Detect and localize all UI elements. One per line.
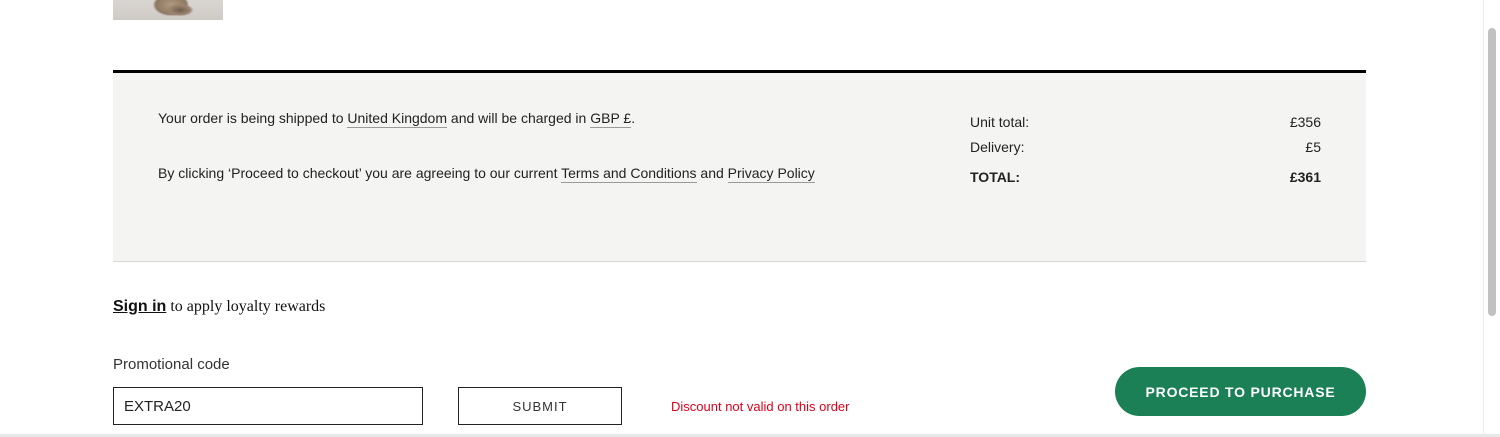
scrollbar-thumb[interactable] [1488,28,1496,316]
promo-code-label: Promotional code [113,356,230,373]
loyalty-notice: Sign in to apply loyalty rewards [113,298,325,316]
shipping-country-link[interactable]: United Kingdom [347,110,448,128]
terms-and-conditions-link[interactable]: Terms and Conditions [561,165,697,183]
shoe-shadow-image [167,4,193,16]
grand-total-value: £361 [1289,169,1321,185]
shipping-middle: and will be charged in [447,110,591,126]
loyalty-text: to apply loyalty rewards [166,298,326,315]
shipping-prefix: Your order is being shipped to [158,110,348,126]
product-thumbnail[interactable] [113,0,223,20]
order-totals: Unit total: £356 Delivery: £5 TOTAL: £36… [970,114,1321,199]
shipping-suffix: . [631,110,636,126]
currency-link[interactable]: GBP £ [590,110,632,128]
proceed-to-purchase-button[interactable]: PROCEED TO PURCHASE [1115,367,1366,416]
delivery-row: Delivery: £5 [970,139,1321,164]
privacy-policy-link[interactable]: Privacy Policy [727,165,815,183]
promo-submit-button[interactable]: SUBMIT [458,387,622,425]
grand-total-label: TOTAL: [970,169,1021,185]
unit-total-row: Unit total: £356 [970,114,1321,139]
delivery-value: £5 [1305,139,1321,155]
terms-prefix: By clicking ‘Proceed to checkout’ you ar… [158,165,562,181]
promo-code-input[interactable] [113,387,423,425]
order-summary-panel: Your order is being shipped to United Ki… [113,73,1366,262]
unit-total-label: Unit total: [970,114,1030,130]
terms-notice: By clicking ‘Proceed to checkout’ you ar… [158,165,815,183]
sign-in-link[interactable]: Sign in [113,298,166,315]
grand-total-row: TOTAL: £361 [970,169,1321,199]
terms-middle: and [696,165,728,181]
vertical-scrollbar[interactable] [1483,0,1500,437]
delivery-label: Delivery: [970,139,1025,155]
unit-total-value: £356 [1289,114,1321,130]
shipping-notice: Your order is being shipped to United Ki… [158,110,636,128]
promo-error-message: Discount not valid on this order [671,399,850,414]
